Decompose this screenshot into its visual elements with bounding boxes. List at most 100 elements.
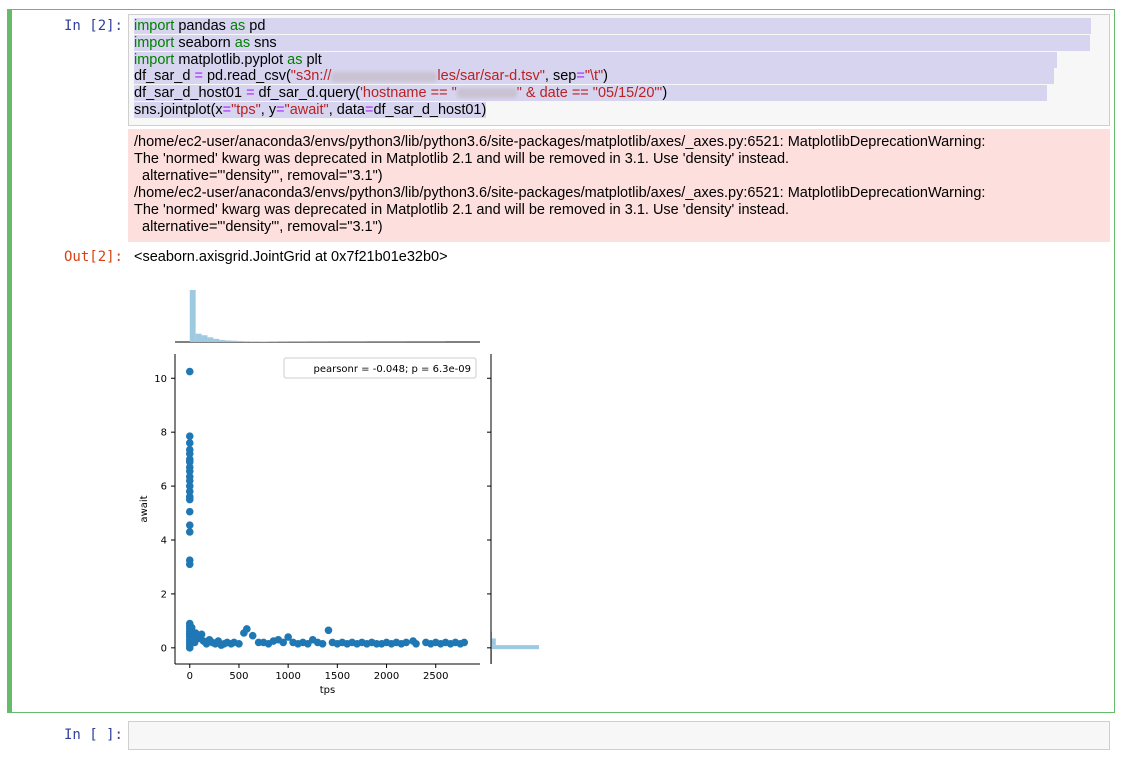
scatter-point xyxy=(185,560,194,569)
code-text: , data xyxy=(328,101,365,118)
code-content[interactable]: import pandas as pd import seaborn as sn… xyxy=(134,18,1092,119)
top-marginal-histogram xyxy=(175,290,480,343)
stderr-line: /home/ec2-user/anaconda3/envs/python3/li… xyxy=(134,134,986,150)
string-literal: "s3n:// xyxy=(290,68,332,85)
scatter-point xyxy=(324,626,333,635)
keyword: import xyxy=(134,18,175,34)
stderr-line: alternative="'density'", removal="3.1") xyxy=(134,219,383,235)
keyword: as xyxy=(287,51,303,68)
operator: = xyxy=(222,101,232,118)
top-hist-bar xyxy=(225,340,232,342)
y-tick-label: 10 xyxy=(154,374,167,385)
code-text: sns.jointplot(x xyxy=(134,101,223,118)
string-literal: "await" xyxy=(284,101,329,118)
string-literal: les/sar/sar-d.tsv" xyxy=(437,68,545,85)
code-text: , sep xyxy=(544,68,577,85)
code-text: df_sar_d_host01 xyxy=(134,85,247,102)
stderr-line: /home/ec2-user/anaconda3/envs/python3/li… xyxy=(134,185,986,201)
code-text: pd xyxy=(245,18,266,34)
scatter-point xyxy=(460,638,469,647)
input-prompt: In [2]: xyxy=(63,18,123,34)
top-hist-bar xyxy=(207,337,214,342)
scatter-point xyxy=(185,495,194,504)
code-text: df_sar_d xyxy=(134,68,195,85)
scatter-axes xyxy=(171,354,492,668)
top-hist-bar xyxy=(231,340,237,342)
scatter-point xyxy=(235,639,243,648)
code-text: sns xyxy=(250,34,277,51)
x-tick-label: 0 xyxy=(187,671,193,682)
right-marginal-histogram xyxy=(491,631,539,664)
y-tick-label: 2 xyxy=(161,589,167,600)
x-axis-label: tps xyxy=(320,685,335,696)
right-hist-bar xyxy=(491,638,496,646)
scatter-point xyxy=(402,638,411,647)
top-hist-bar xyxy=(189,290,196,342)
code-line-3: import matplotlib.pyplot as plt xyxy=(134,51,1091,69)
code-text: matplotlib.pyplot xyxy=(174,51,288,68)
scatter-point xyxy=(412,639,420,648)
redacted-blur xyxy=(456,88,517,99)
x-tick-label: 1000 xyxy=(275,671,300,682)
operator: = xyxy=(276,101,285,118)
y-tick-label: 4 xyxy=(161,536,167,547)
code-text: pandas xyxy=(174,18,230,34)
scatter-point xyxy=(185,528,194,536)
empty-input-prompt: In [ ]: xyxy=(63,727,123,743)
string-literal: " & date == "05/15/20"' xyxy=(516,85,663,102)
string-literal: "tps" xyxy=(231,101,261,118)
string-literal: "\t" xyxy=(584,68,604,85)
code-line-4: df_sar_d = pd.read_csv("s3n:// les/sar/sa… xyxy=(134,68,1091,85)
scatter-point xyxy=(318,639,327,648)
top-hist-bar xyxy=(219,339,226,342)
output-result-text: <seaborn.axisgrid.JointGrid at 0x7f21b01… xyxy=(134,249,448,265)
keyword: as xyxy=(229,18,246,34)
top-hist-bar xyxy=(213,338,220,342)
top-hist-bar xyxy=(242,341,249,342)
code-text: plt xyxy=(302,51,322,68)
empty-code-editor[interactable] xyxy=(128,721,1110,750)
scatter-point xyxy=(185,439,194,447)
scatter-point xyxy=(243,625,251,633)
top-hist-bar xyxy=(236,340,243,342)
keyword: import xyxy=(134,34,175,51)
stderr-line: The 'normed' kwarg was deprecated in Mat… xyxy=(134,151,790,167)
keyword: as xyxy=(234,34,251,51)
code-text: ) xyxy=(662,85,668,102)
keyword: import xyxy=(134,51,175,68)
x-tick-label: 500 xyxy=(229,671,248,682)
code-text: df_sar_d.query( xyxy=(254,85,361,102)
output-prompt: Out[2]: xyxy=(63,249,123,265)
operator: = xyxy=(194,68,203,85)
scatter-point xyxy=(185,507,194,516)
code-text: df_sar_d_host01) xyxy=(373,101,487,118)
string-literal: 'hostname == " xyxy=(360,85,457,102)
axis-labels: 0 500 1000 1500 2000 2500 0 2 4 6 8 10 tps await xyxy=(139,374,448,696)
y-tick-label: 8 xyxy=(161,428,167,439)
redacted-blur xyxy=(331,71,438,82)
stderr-output: /home/ec2-user/anaconda3/envs/python3/li… xyxy=(128,129,1110,242)
y-axis-label: await xyxy=(139,495,150,522)
code-line-5: df_sar_d_host01 = df_sar_d.query('hostna… xyxy=(134,85,1091,102)
stderr-line: The 'normed' kwarg was deprecated in Mat… xyxy=(134,202,790,218)
scatter-point xyxy=(185,521,194,529)
operator: = xyxy=(576,68,585,85)
code-line-2: import seaborn as sns xyxy=(134,34,1091,52)
annotation-legend: pearsonr = -0.048; p = 6.3e-09 xyxy=(283,357,477,379)
y-tick-label: 0 xyxy=(161,643,167,654)
code-text: pd.read_csv( xyxy=(202,68,291,85)
scatter-point xyxy=(185,367,194,376)
right-hist-bar xyxy=(491,645,539,650)
top-hist-bar xyxy=(248,341,259,342)
scatter-points xyxy=(185,367,469,652)
code-text: seaborn xyxy=(174,34,235,51)
code-text: , y xyxy=(260,101,277,118)
pearson-annotation: pearsonr = -0.048; p = 6.3e-09 xyxy=(313,364,471,375)
stderr-line: alternative="'density'", removal="3.1") xyxy=(134,168,383,184)
scatter-point xyxy=(248,631,257,640)
scatter-point xyxy=(185,432,194,441)
y-tick-label: 6 xyxy=(161,482,167,493)
operator: = xyxy=(246,85,255,102)
x-tick-label: 2500 xyxy=(423,671,448,682)
scatter-point xyxy=(197,630,206,639)
